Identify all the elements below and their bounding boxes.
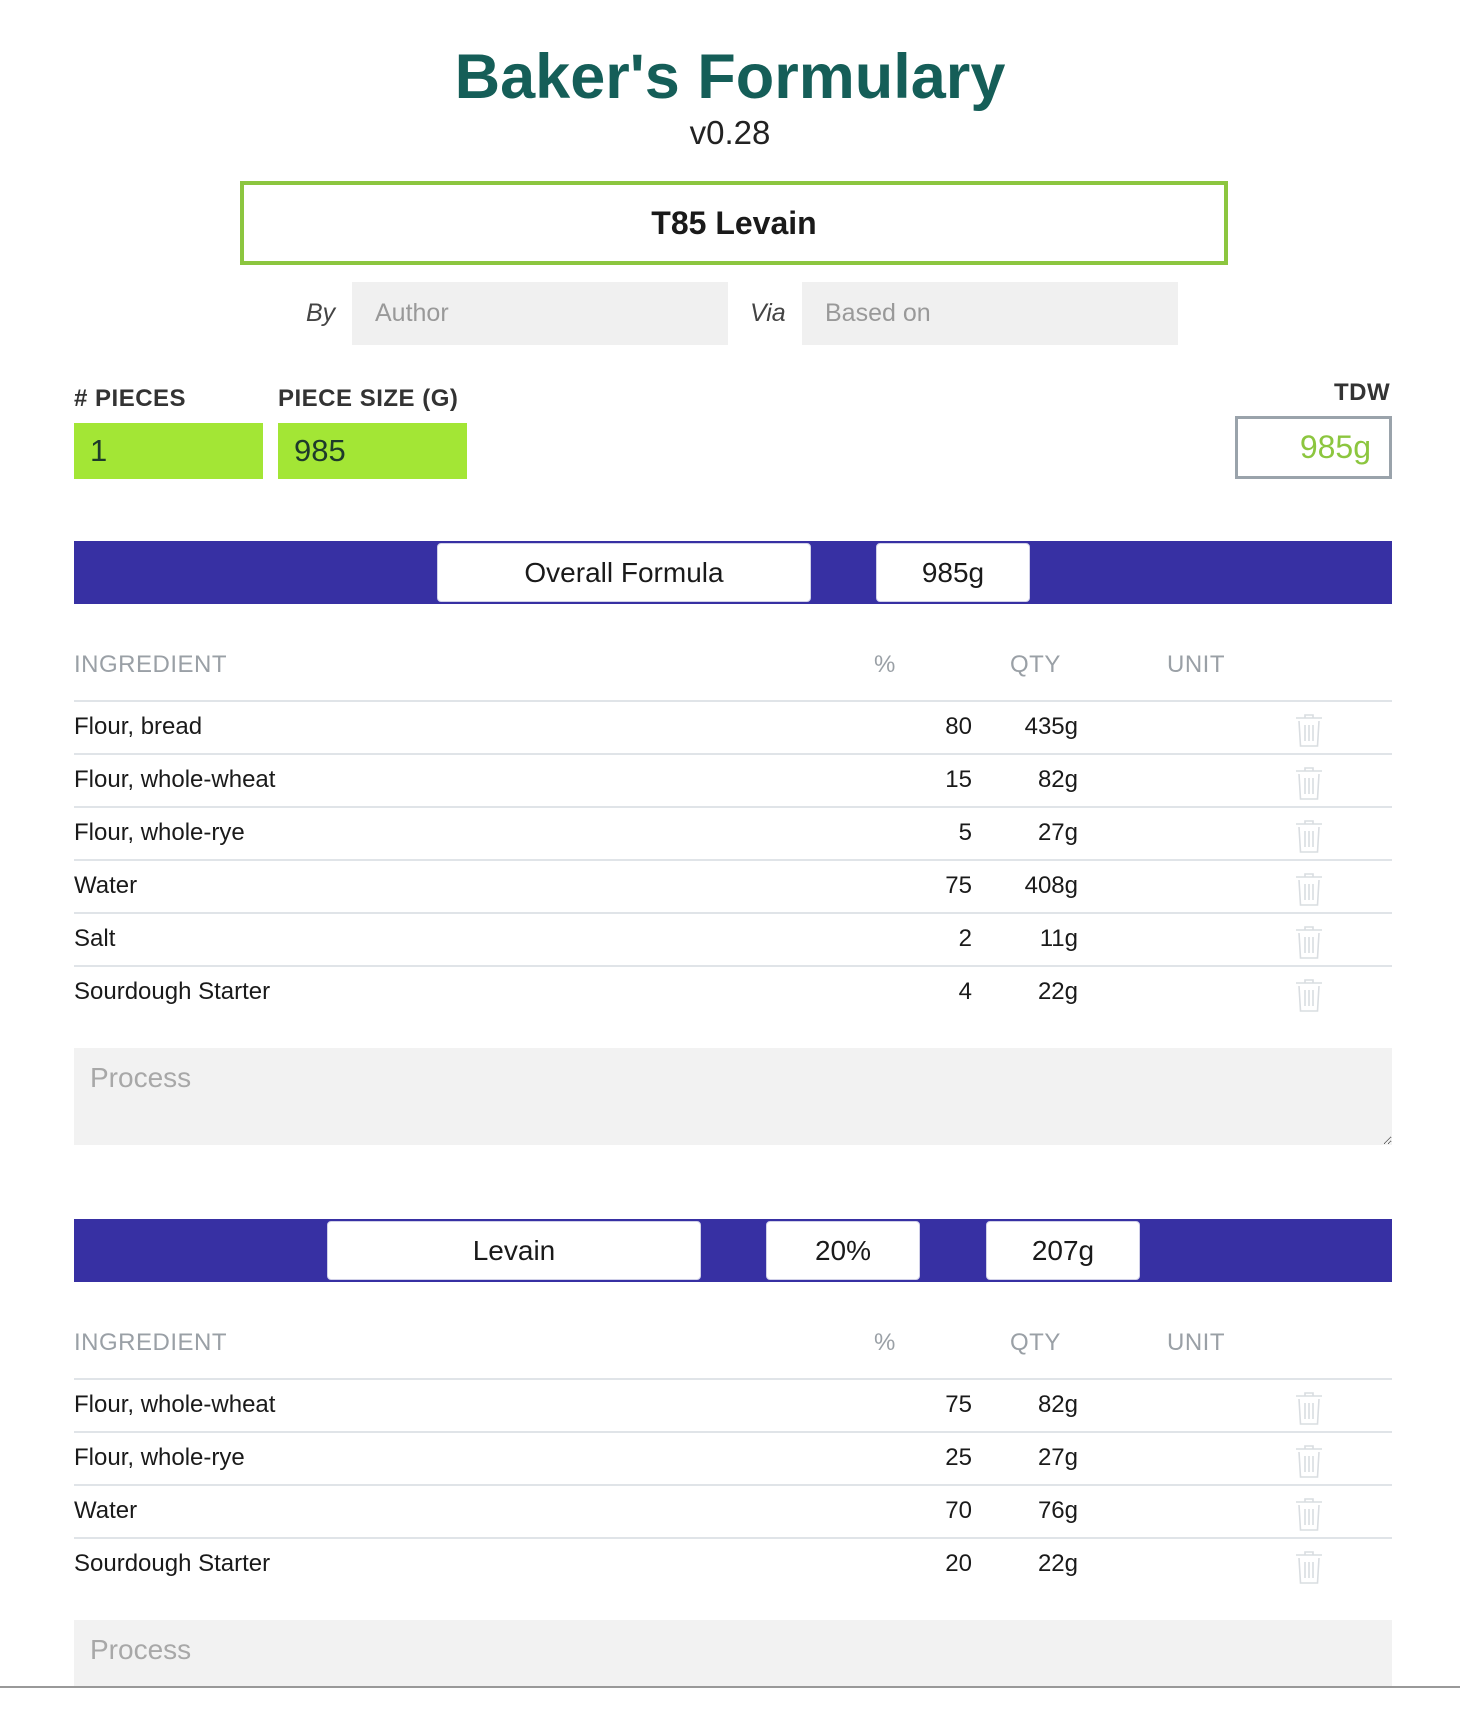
ingredient-name[interactable]: Water [74, 871, 137, 901]
ingredient-name[interactable]: Flour, whole-rye [74, 1443, 245, 1473]
ingredient-qty: 82g [1037, 1391, 1078, 1418]
ingredient-percent[interactable]: 20 [945, 1549, 972, 1579]
header-pct: % [874, 1329, 896, 1356]
author-input[interactable] [352, 282, 728, 345]
ingredient-qty: 22g [1037, 1550, 1078, 1577]
section-total: 985g [876, 543, 1030, 602]
section-name-input[interactable] [437, 543, 811, 602]
ingredient-percent[interactable]: 5 [959, 818, 972, 848]
ingredient-qty: 22g [1037, 978, 1078, 1005]
header-ingredient: INGREDIENT [74, 1329, 228, 1356]
levain-band: 207g [74, 1219, 1392, 1282]
overall-formula-band: 985g [74, 541, 1392, 604]
table-row: Flour, whole-wheat 75 82g [74, 1380, 1392, 1433]
header-unit: UNIT [1167, 1329, 1225, 1356]
trash-icon[interactable] [1293, 818, 1325, 854]
ingredient-qty: 82g [1037, 766, 1078, 793]
recipe-name-input[interactable] [240, 181, 1228, 265]
trash-icon[interactable] [1293, 765, 1325, 801]
ingredient-name[interactable]: Flour, whole-rye [74, 818, 245, 848]
page-divider [0, 1686, 1460, 1688]
ingredient-percent[interactable]: 75 [945, 1390, 972, 1420]
trash-icon[interactable] [1293, 1390, 1325, 1426]
ingredient-name[interactable]: Flour, bread [74, 712, 202, 742]
header-pct: % [874, 651, 896, 678]
ingredient-name[interactable]: Flour, whole-wheat [74, 1390, 275, 1420]
table-header: INGREDIENT % QTY UNIT [74, 1312, 1392, 1380]
ingredient-qty: 76g [1037, 1497, 1078, 1524]
header-ingredient: INGREDIENT [74, 651, 228, 678]
ingredient-qty: 27g [1037, 1444, 1078, 1471]
process-textarea[interactable] [74, 1048, 1392, 1145]
ingredient-rows: Flour, bread 80 435g Flour, whole-wheat 15 82… [74, 702, 1392, 1020]
ingredient-qty: 27g [1037, 819, 1078, 846]
trash-icon[interactable] [1293, 712, 1325, 748]
ingredient-name[interactable]: Flour, whole-wheat [74, 765, 275, 795]
ingredient-percent[interactable]: 15 [945, 765, 972, 795]
tdw-value: 985g [1235, 416, 1392, 479]
trash-icon[interactable] [1293, 924, 1325, 960]
ingredient-percent[interactable]: 25 [945, 1443, 972, 1473]
ingredient-percent[interactable]: 4 [959, 977, 972, 1007]
ingredient-rows: Flour, whole-wheat 75 82g Flour, whole-rye 2… [74, 1380, 1392, 1592]
ingredient-name[interactable]: Water [74, 1496, 137, 1526]
header-unit: UNIT [1167, 651, 1225, 678]
ingredient-name[interactable]: Sourdough Starter [74, 977, 270, 1007]
header-qty: QTY [1010, 1329, 1061, 1356]
ingredient-percent[interactable]: 80 [945, 712, 972, 742]
by-label: By [306, 299, 336, 327]
ingredient-qty: 408g [1024, 872, 1078, 899]
ingredient-name[interactable]: Sourdough Starter [74, 1549, 270, 1579]
process-textarea[interactable] [74, 1620, 1392, 1686]
ingredient-name[interactable]: Salt [74, 924, 115, 954]
overall-formula-table: INGREDIENT % QTY UNIT Flour, bread 80 435g… [74, 634, 1392, 1020]
ingredient-qty: 435g [1024, 713, 1078, 740]
levain-table: INGREDIENT % QTY UNIT Flour, whole-wheat… [74, 1312, 1392, 1592]
table-header: INGREDIENT % QTY UNIT [74, 634, 1392, 702]
via-label: Via [750, 299, 786, 327]
section-total: 207g [986, 1221, 1140, 1280]
trash-icon[interactable] [1293, 1443, 1325, 1479]
table-row: Sourdough Starter 4 22g [74, 967, 1392, 1020]
section-name-input[interactable] [327, 1221, 701, 1280]
table-row: Flour, bread 80 435g [74, 702, 1392, 755]
tdw-label: TDW [1334, 379, 1391, 406]
trash-icon[interactable] [1293, 871, 1325, 907]
trash-icon[interactable] [1293, 977, 1325, 1013]
trash-icon[interactable] [1293, 1496, 1325, 1532]
piece-size-label: PIECE SIZE (G) [278, 385, 459, 412]
ingredient-percent[interactable]: 70 [945, 1496, 972, 1526]
table-row: Flour, whole-rye 5 27g [74, 808, 1392, 861]
table-row: Flour, whole-rye 25 27g [74, 1433, 1392, 1486]
app-version: v0.28 [689, 114, 771, 151]
pieces-label: # PIECES [74, 385, 187, 412]
table-row: Flour, whole-wheat 15 82g [74, 755, 1392, 808]
ingredient-percent[interactable]: 2 [959, 924, 972, 954]
pieces-input[interactable] [74, 423, 263, 479]
trash-icon[interactable] [1293, 1549, 1325, 1585]
table-row: Salt 2 11g [74, 914, 1392, 967]
table-row: Water 75 408g [74, 861, 1392, 914]
ingredient-percent[interactable]: 75 [945, 871, 972, 901]
based-on-input[interactable] [802, 282, 1178, 345]
table-row: Water 70 76g [74, 1486, 1392, 1539]
header-qty: QTY [1010, 651, 1061, 678]
ingredient-qty: 11g [1039, 925, 1078, 952]
section-percent-input[interactable] [766, 1221, 920, 1280]
table-row: Sourdough Starter 20 22g [74, 1539, 1392, 1592]
app-title: Baker's Formulary [454, 42, 1006, 112]
piece-size-input[interactable] [278, 423, 467, 479]
